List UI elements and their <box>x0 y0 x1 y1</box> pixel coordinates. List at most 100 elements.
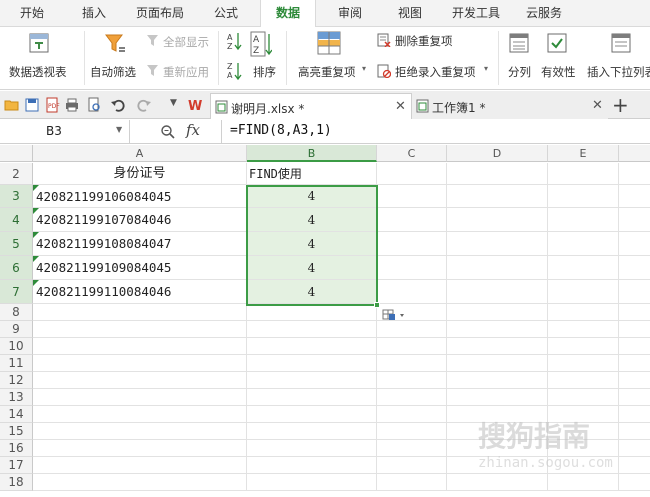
open-folder-icon[interactable] <box>4 97 20 113</box>
print-preview-icon[interactable] <box>86 97 102 113</box>
menu-tab-cloud[interactable]: 云服务 <box>526 0 562 27</box>
cell-b15[interactable] <box>247 423 377 440</box>
cell-f10[interactable] <box>619 338 650 355</box>
cell-c14[interactable] <box>377 406 447 423</box>
cell-a6[interactable]: 420821199109084045 <box>33 256 247 280</box>
cell-a2[interactable]: 身份证号 <box>33 163 247 185</box>
doc-tab-inactive[interactable]: 工作簿1 * ✕ <box>412 93 608 119</box>
cell-a8[interactable] <box>33 304 247 321</box>
cell-a15[interactable] <box>33 423 247 440</box>
cell-b2[interactable]: FIND使用 <box>247 163 377 185</box>
cell-c3[interactable] <box>377 185 447 208</box>
cell-f8[interactable] <box>619 304 650 321</box>
cell-d8[interactable] <box>447 304 548 321</box>
cell-f12[interactable] <box>619 372 650 389</box>
cell-a3[interactable]: 420821199106084045 <box>33 185 247 208</box>
cell-f7[interactable] <box>619 280 650 304</box>
cell-d9[interactable] <box>447 321 548 338</box>
menu-tab-view[interactable]: 视图 <box>398 0 422 27</box>
menu-tab-page-layout[interactable]: 页面布局 <box>136 0 184 27</box>
cell-e9[interactable] <box>548 321 619 338</box>
row-header[interactable]: 11 <box>0 355 33 372</box>
cell-a14[interactable] <box>33 406 247 423</box>
redo-icon[interactable] <box>136 97 152 113</box>
cell-e5[interactable] <box>548 232 619 256</box>
menu-tab-formulas[interactable]: 公式 <box>214 0 238 27</box>
column-header-d[interactable]: D <box>447 145 548 162</box>
row-header[interactable]: 12 <box>0 372 33 389</box>
cell-b9[interactable] <box>247 321 377 338</box>
menu-tab-home[interactable]: 开始 <box>20 0 44 27</box>
cell-c7[interactable] <box>377 280 447 304</box>
cell-f13[interactable] <box>619 389 650 406</box>
cell-d5[interactable] <box>447 232 548 256</box>
cell-e4[interactable] <box>548 208 619 232</box>
formula-input[interactable]: =FIND(8,A3,1) <box>230 123 332 138</box>
cell-f18[interactable] <box>619 474 650 491</box>
cell-c6[interactable] <box>377 256 447 280</box>
cell-f3[interactable] <box>619 185 650 208</box>
row-header[interactable]: 16 <box>0 440 33 457</box>
cell-c4[interactable] <box>377 208 447 232</box>
cell-c17[interactable] <box>377 457 447 474</box>
cell-a18[interactable] <box>33 474 247 491</box>
cell-a17[interactable] <box>33 457 247 474</box>
cell-a5[interactable]: 420821199108084047 <box>33 232 247 256</box>
cell-c12[interactable] <box>377 372 447 389</box>
cell-b7[interactable]: 4 <box>247 280 377 304</box>
row-header[interactable]: 13 <box>0 389 33 406</box>
row-header[interactable]: 6 <box>0 256 33 280</box>
row-header[interactable]: 8 <box>0 304 33 321</box>
select-all-corner[interactable] <box>0 145 33 162</box>
cell-c16[interactable] <box>377 440 447 457</box>
menu-tab-developer[interactable]: 开发工具 <box>452 0 500 27</box>
cell-d3[interactable] <box>447 185 548 208</box>
print-icon[interactable] <box>64 97 80 113</box>
cell-a7[interactable]: 420821199110084046 <box>33 280 247 304</box>
fill-handle[interactable] <box>374 302 380 308</box>
cell-f5[interactable] <box>619 232 650 256</box>
cell-a11[interactable] <box>33 355 247 372</box>
cell-c15[interactable] <box>377 423 447 440</box>
menu-tab-data[interactable]: 数据 <box>260 0 316 28</box>
cell-b10[interactable] <box>247 338 377 355</box>
cell-b12[interactable] <box>247 372 377 389</box>
cell-f9[interactable] <box>619 321 650 338</box>
cell-e18[interactable] <box>548 474 619 491</box>
cell-c13[interactable] <box>377 389 447 406</box>
cell-a12[interactable] <box>33 372 247 389</box>
cell-a4[interactable]: 420821199107084046 <box>33 208 247 232</box>
cell-d11[interactable] <box>447 355 548 372</box>
cell-e10[interactable] <box>548 338 619 355</box>
cell-c11[interactable] <box>377 355 447 372</box>
zoom-icon[interactable] <box>160 124 176 140</box>
cell-a13[interactable] <box>33 389 247 406</box>
cell-a10[interactable] <box>33 338 247 355</box>
cell-b4[interactable]: 4 <box>247 208 377 232</box>
close-tab-icon[interactable]: ✕ <box>395 99 406 114</box>
row-header[interactable]: 18 <box>0 474 33 491</box>
spreadsheet-grid[interactable]: A B C D E 2 身份证号 FIND使用 3 420821199106084045… <box>0 145 650 497</box>
row-header[interactable]: 15 <box>0 423 33 440</box>
cell-b3[interactable]: 4 <box>247 185 377 208</box>
row-header[interactable]: 4 <box>0 208 33 232</box>
insert-function-button[interactable]: fx <box>186 121 200 139</box>
cell-b17[interactable] <box>247 457 377 474</box>
cell-f17[interactable] <box>619 457 650 474</box>
cell-e6[interactable] <box>548 256 619 280</box>
cell-d12[interactable] <box>447 372 548 389</box>
cell-b11[interactable] <box>247 355 377 372</box>
cell-c9[interactable] <box>377 321 447 338</box>
cell-d13[interactable] <box>447 389 548 406</box>
cell-b5[interactable]: 4 <box>247 232 377 256</box>
export-pdf-icon[interactable]: PDF <box>44 97 60 113</box>
save-icon[interactable] <box>24 97 40 113</box>
cell-f14[interactable] <box>619 406 650 423</box>
cell-a16[interactable] <box>33 440 247 457</box>
cell-d6[interactable] <box>447 256 548 280</box>
row-header[interactable]: 2 <box>0 163 33 185</box>
cell-c10[interactable] <box>377 338 447 355</box>
quick-analysis-icon[interactable] <box>382 308 410 322</box>
cell-e7[interactable] <box>548 280 619 304</box>
cell-e2[interactable] <box>548 163 619 185</box>
